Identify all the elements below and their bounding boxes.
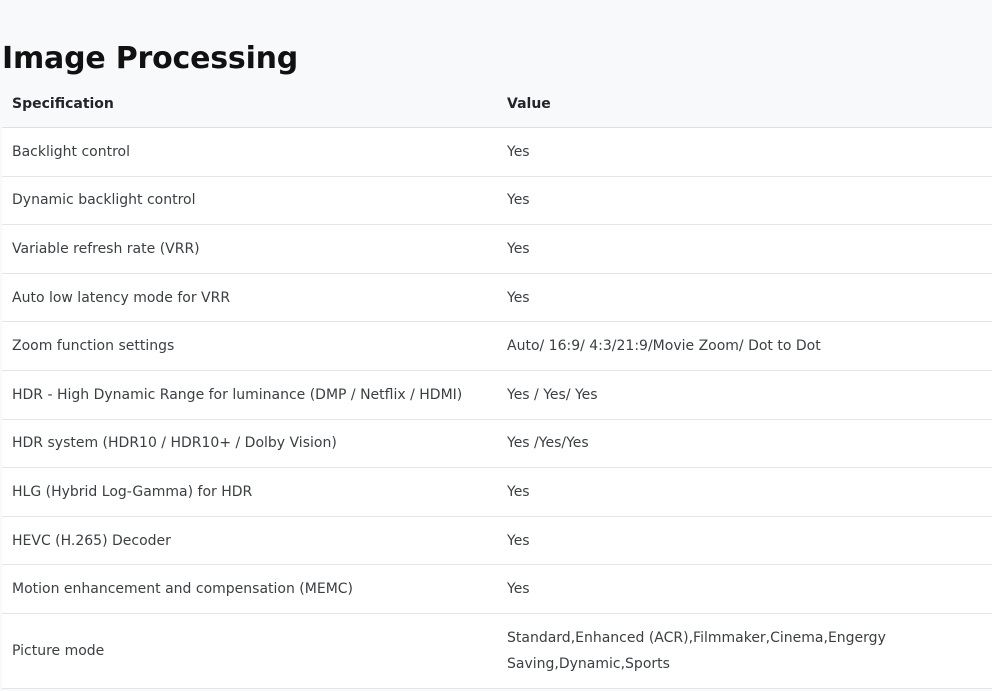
table-row: Motion enhancement and compensation (MEM… bbox=[2, 564, 992, 614]
table-row: Dynamic backlight control Yes bbox=[2, 176, 992, 226]
spec-cell: Zoom function settings bbox=[2, 321, 497, 371]
specifications-table: Specification Value Backlight control Ye… bbox=[2, 80, 992, 689]
spec-cell: HEVC (H.265) Decoder bbox=[2, 516, 497, 566]
table-header-row: Specification Value bbox=[2, 80, 992, 128]
spec-cell: Dynamic backlight control bbox=[2, 176, 497, 226]
value-cell: Yes bbox=[497, 273, 992, 323]
table-row: Variable refresh rate (VRR) Yes bbox=[2, 224, 992, 274]
spec-cell: HDR - High Dynamic Range for luminance (… bbox=[2, 370, 497, 420]
spec-cell: HLG (Hybrid Log-Gamma) for HDR bbox=[2, 467, 497, 517]
value-cell: Yes bbox=[497, 516, 992, 566]
spec-cell: Backlight control bbox=[2, 127, 497, 177]
value-cell: Yes bbox=[497, 224, 992, 274]
value-cell: Yes bbox=[497, 467, 992, 517]
column-header-value: Value bbox=[497, 80, 992, 128]
table-row: HDR - High Dynamic Range for luminance (… bbox=[2, 370, 992, 420]
value-cell: Yes /Yes/Yes bbox=[497, 419, 992, 469]
table-row: HEVC (H.265) Decoder Yes bbox=[2, 516, 992, 566]
table-row: Backlight control Yes bbox=[2, 127, 992, 177]
column-header-specification: Specification bbox=[2, 80, 497, 128]
table-row: Auto low latency mode for VRR Yes bbox=[2, 273, 992, 323]
spec-cell: HDR system (HDR10 / HDR10+ / Dolby Visio… bbox=[2, 419, 497, 469]
spec-cell: Motion enhancement and compensation (MEM… bbox=[2, 564, 497, 614]
table-row: Zoom function settings Auto/ 16:9/ 4:3/2… bbox=[2, 321, 992, 371]
value-cell: Yes bbox=[497, 176, 992, 226]
spec-cell: Picture mode bbox=[2, 613, 497, 689]
spec-cell: Variable refresh rate (VRR) bbox=[2, 224, 497, 274]
value-cell: Auto/ 16:9/ 4:3/21:9/Movie Zoom/ Dot to … bbox=[497, 321, 992, 371]
value-cell: Standard,Enhanced (ACR),Filmmaker,Cinema… bbox=[497, 613, 992, 689]
value-cell: Yes / Yes/ Yes bbox=[497, 370, 992, 420]
table-row: HDR system (HDR10 / HDR10+ / Dolby Visio… bbox=[2, 419, 992, 469]
table-row: HLG (Hybrid Log-Gamma) for HDR Yes bbox=[2, 467, 992, 517]
table-row: Picture mode Standard,Enhanced (ACR),Fil… bbox=[2, 613, 992, 689]
spec-cell: Auto low latency mode for VRR bbox=[2, 273, 497, 323]
value-cell: Yes bbox=[497, 127, 992, 177]
value-cell: Yes bbox=[497, 564, 992, 614]
page-title: Image Processing bbox=[2, 41, 299, 76]
